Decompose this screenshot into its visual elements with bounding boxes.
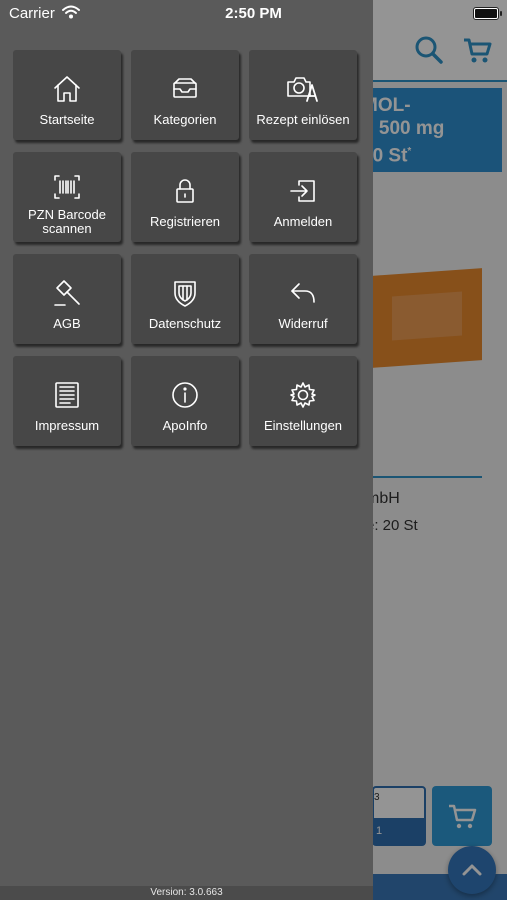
menu-tile-datenschutz[interactable]: Datenschutz (131, 254, 239, 344)
menu-tile-label: Einstellungen (263, 418, 343, 433)
lock-icon (170, 174, 200, 208)
inbox-tray-icon (170, 72, 200, 106)
version-label: Version: 3.0.663 (0, 886, 373, 900)
home-icon (52, 72, 82, 106)
gavel-icon (52, 276, 82, 310)
sign-in-icon (288, 174, 318, 208)
document-icon (52, 378, 82, 412)
menu-tile-startseite[interactable]: Startseite (13, 50, 121, 140)
barcode-icon (52, 170, 82, 204)
menu-tile-widerruf[interactable]: Widerruf (249, 254, 357, 344)
gear-icon (288, 378, 318, 412)
menu-tile-label: Registrieren (149, 214, 221, 229)
menu-tile-registrieren[interactable]: Registrieren (131, 152, 239, 242)
clock: 2:50 PM (225, 5, 282, 22)
menu-tile-label: AGB (53, 316, 81, 331)
menu-tile-label: Impressum (34, 418, 100, 433)
menu-tile-pzn-barcode[interactable]: PZN Barcode scannen (13, 152, 121, 242)
side-drawer-menu: Startseite Kategorien Rezept einlösen PZ… (0, 0, 373, 900)
menu-tile-agb[interactable]: AGB (13, 254, 121, 344)
battery-icon (473, 7, 502, 20)
shield-icon (170, 276, 200, 310)
info-icon (170, 378, 200, 412)
menu-tile-label: Widerruf (278, 316, 328, 331)
menu-tile-einstellungen[interactable]: Einstellungen (249, 356, 357, 446)
menu-tile-label: Anmelden (273, 214, 333, 229)
reply-arrow-icon (288, 276, 318, 310)
camera-prescription-icon (286, 72, 320, 106)
menu-grid: Startseite Kategorien Rezept einlösen PZ… (13, 50, 357, 446)
menu-tile-label: ApoInfo (162, 418, 208, 433)
menu-tile-label: PZN Barcode scannen (27, 207, 107, 236)
menu-tile-label: Rezept einlösen (256, 112, 350, 127)
menu-tile-kategorien[interactable]: Kategorien (131, 50, 239, 140)
menu-tile-anmelden[interactable]: Anmelden (249, 152, 357, 242)
menu-tile-label: Datenschutz (148, 316, 222, 331)
menu-tile-apoinfo[interactable]: ApoInfo (131, 356, 239, 446)
menu-tile-label: Startseite (39, 112, 95, 127)
menu-tile-rezept-einloesen[interactable]: Rezept einlösen (249, 50, 357, 140)
menu-tile-label: Kategorien (153, 112, 217, 127)
status-bar: Carrier 2:50 PM (0, 0, 507, 28)
menu-tile-impressum[interactable]: Impressum (13, 356, 121, 446)
